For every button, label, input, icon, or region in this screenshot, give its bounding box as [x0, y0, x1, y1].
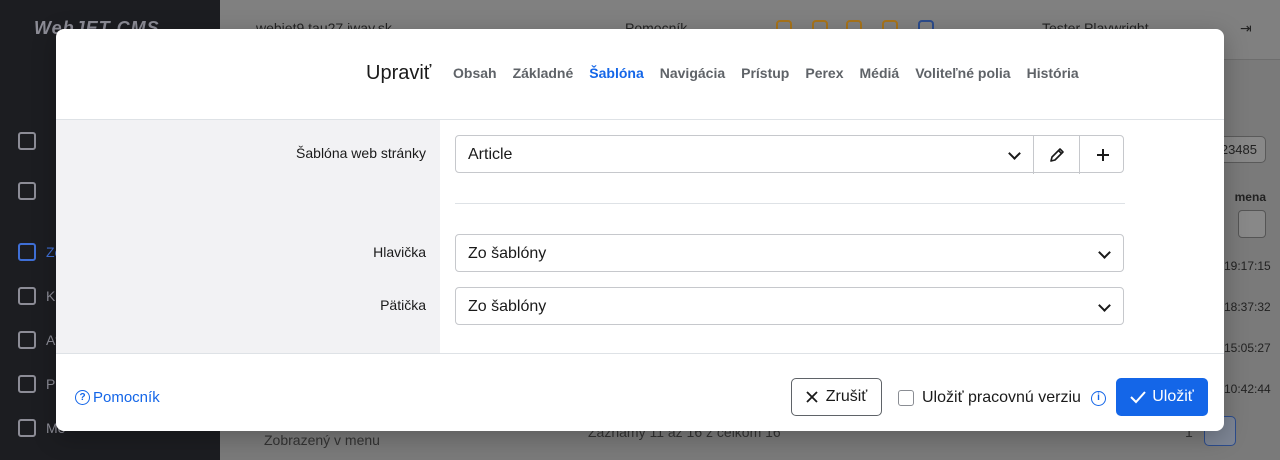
footer-label: Pätička — [380, 297, 426, 313]
chevron-down-icon — [1008, 147, 1021, 160]
cancel-button[interactable]: Zrušiť — [791, 378, 882, 416]
tab-access[interactable]: Prístup — [741, 65, 789, 81]
folder-icon — [18, 182, 36, 200]
home-icon — [18, 132, 36, 150]
save-button[interactable]: Uložiť — [1116, 378, 1208, 416]
tab-history[interactable]: História — [1027, 65, 1079, 81]
footer-select[interactable]: Zo šablóny — [455, 287, 1124, 325]
search-icon[interactable] — [1238, 210, 1266, 238]
tab-navigation[interactable]: Navigácia — [660, 65, 725, 81]
info-icon[interactable]: i — [1090, 390, 1106, 406]
template-label: Šablóna web stránky — [296, 145, 426, 161]
file-icon — [18, 331, 36, 349]
pencil-icon — [1049, 148, 1064, 162]
label-column: Šablóna web stránky Hlavička Pätička — [56, 120, 440, 353]
tab-template[interactable]: Šablóna — [589, 65, 643, 81]
add-template-button[interactable] — [1079, 136, 1125, 174]
modal-footer: ? Pomocník Zrušiť Uložiť pracovnú verziu… — [56, 353, 1224, 431]
logout-icon[interactable]: ⇥ — [1240, 20, 1252, 37]
save-draft-checkbox[interactable] — [898, 390, 914, 406]
tab-optional-fields[interactable]: Voliteľné polia — [915, 65, 1010, 81]
tree-item-label[interactable]: Zobrazený v menu — [264, 432, 380, 448]
column-header: mena — [1234, 190, 1266, 204]
modal-title: Upraviť — [366, 62, 432, 84]
tab-basic[interactable]: Základné — [513, 65, 574, 81]
document-icon — [18, 243, 36, 261]
tab-content[interactable]: Obsah — [453, 65, 497, 81]
divider — [455, 203, 1125, 204]
tab-media[interactable]: Médiá — [860, 65, 900, 81]
table-cell-time: 18:37:32 — [1224, 300, 1271, 314]
help-link[interactable]: ? Pomocník — [75, 389, 160, 406]
tab-perex[interactable]: Perex — [805, 65, 843, 81]
table-cell-time: 10:42:44 — [1224, 382, 1271, 396]
close-icon — [806, 391, 818, 403]
sidebar-item-folders[interactable] — [18, 182, 46, 200]
copy-icon — [18, 287, 36, 305]
chevron-down-icon — [1098, 299, 1111, 312]
table-cell-time: 19:17:15 — [1224, 259, 1271, 273]
export-icon — [18, 375, 36, 393]
table-cell-time: 15:05:27 — [1224, 341, 1271, 355]
check-icon — [1130, 391, 1146, 404]
sidebar-item-clone[interactable]: Kl — [18, 287, 58, 305]
edit-template-button[interactable] — [1033, 136, 1079, 174]
modal-tabs: Obsah Základné Šablóna Navigácia Prístup… — [453, 65, 1095, 81]
template-select[interactable]: Article — [456, 136, 1033, 172]
header-select[interactable]: Zo šablóny — [455, 234, 1124, 272]
modal-header: Upraviť Obsah Základné Šablóna Navigácia… — [56, 29, 1224, 120]
question-circle-icon: ? — [75, 390, 90, 405]
sidebar-item-home[interactable] — [18, 132, 46, 150]
modal-body: Šablóna web stránky Hlavička Pätička Art… — [56, 120, 1224, 353]
save-draft-label[interactable]: Uložiť pracovnú verziu — [922, 389, 1081, 407]
upload-icon — [18, 419, 36, 437]
template-select-group: Article — [455, 135, 1125, 174]
header-label: Hlavička — [373, 244, 426, 260]
save-draft-option: Uložiť pracovnú verziu i — [898, 389, 1106, 407]
plus-icon — [1096, 149, 1109, 161]
chevron-down-icon — [1098, 246, 1111, 259]
edit-page-modal: Upraviť Obsah Základné Šablóna Navigácia… — [56, 29, 1224, 431]
sidebar-item-attributes[interactable]: At — [18, 331, 59, 349]
